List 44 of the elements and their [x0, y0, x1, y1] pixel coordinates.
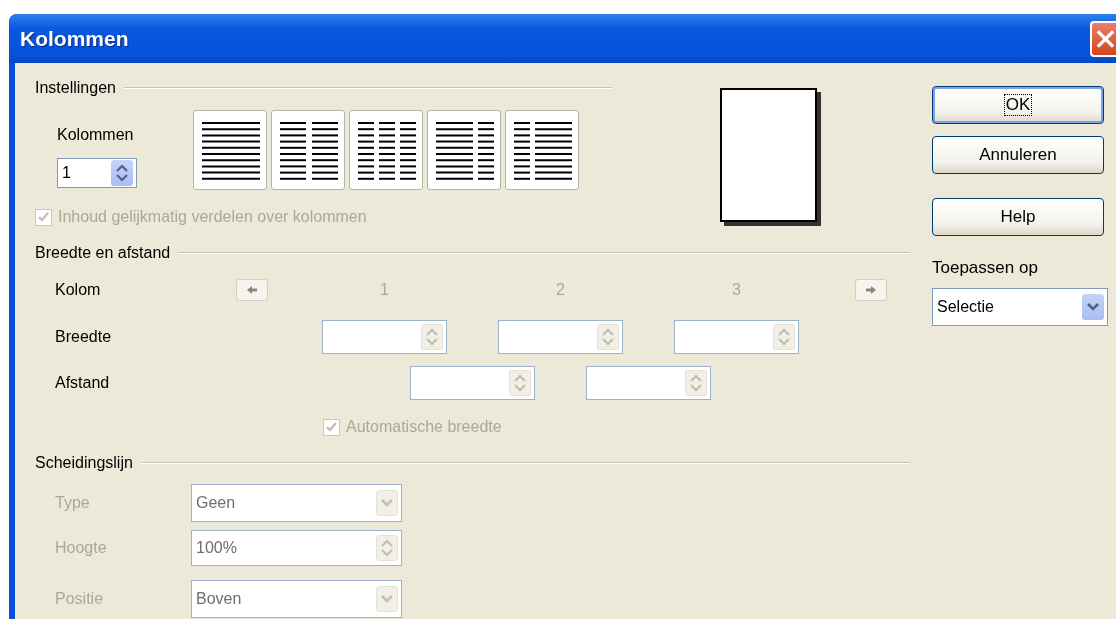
- spin-arrows-icon: [380, 539, 394, 557]
- field-label: Positie: [55, 590, 105, 608]
- column-number: 2: [555, 281, 566, 299]
- section-heading: Scheidingslijn: [35, 454, 133, 472]
- checkmark-icon: [325, 420, 338, 434]
- chevron-down-icon: [380, 594, 394, 604]
- window-title: Kolommen: [20, 26, 130, 51]
- spin-button[interactable]: [111, 160, 133, 186]
- field-label: Toepassen op: [932, 258, 1039, 278]
- field-label: Type: [55, 494, 91, 512]
- spin-arrows-icon: [513, 374, 527, 392]
- spin-arrows-icon: [115, 164, 129, 182]
- chevron-down-icon: [1086, 302, 1100, 312]
- spin-arrows-icon: [777, 328, 791, 346]
- column-number: 1: [379, 281, 390, 299]
- row-label: Kolom: [55, 281, 102, 299]
- row-label: Breedte: [55, 328, 113, 346]
- column-layout-option[interactable]: [505, 110, 579, 190]
- section-heading: Instellingen: [35, 79, 116, 97]
- checkbox-label: Inhoud gelijkmatig verdelen over kolommen: [58, 208, 367, 226]
- spin-arrows-icon: [689, 374, 703, 392]
- checkbox-label: Automatische breedte: [346, 418, 502, 436]
- dialog-button[interactable]: Help: [932, 198, 1104, 236]
- dialog-button[interactable]: Annuleren: [932, 136, 1104, 174]
- close-button[interactable]: [1090, 20, 1116, 57]
- dialog-button[interactable]: OK: [932, 86, 1104, 124]
- right-arrow-icon: [864, 285, 878, 295]
- field-label: Hoogte: [55, 539, 108, 557]
- spin-field[interactable]: 1: [57, 158, 137, 188]
- column-number: 3: [731, 281, 742, 299]
- spin-arrows-icon: [601, 328, 615, 346]
- dropdown[interactable]: Selectie: [932, 288, 1108, 326]
- chevron-down-icon: [380, 498, 394, 508]
- dropdown-button[interactable]: [1082, 294, 1104, 320]
- left-arrow-icon: [245, 285, 259, 295]
- column-layout-option[interactable]: [349, 110, 423, 190]
- column-layout-option[interactable]: [271, 110, 345, 190]
- column-layout-option[interactable]: [427, 110, 501, 190]
- row-label: Afstand: [55, 374, 111, 392]
- column-layout-option[interactable]: [193, 110, 267, 190]
- checkmark-icon: [37, 210, 50, 224]
- field-label: Kolommen: [57, 126, 135, 144]
- spin-arrows-icon: [425, 328, 439, 346]
- section-heading: Breedte en afstand: [35, 244, 171, 262]
